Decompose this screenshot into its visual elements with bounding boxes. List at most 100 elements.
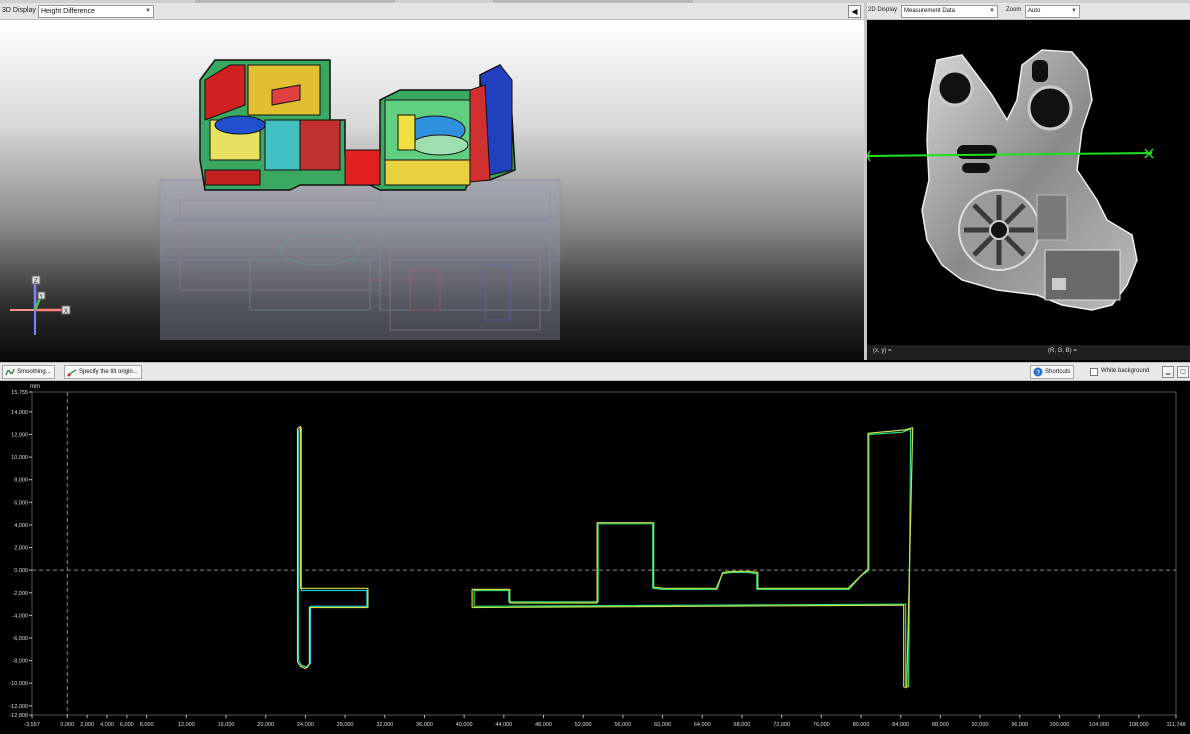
x-tick-label: 92,000 [972, 722, 989, 728]
chevron-down-icon: ▼ [145, 8, 151, 14]
svg-text:?: ? [1036, 370, 1040, 377]
x-tick-label: 0,000 [60, 722, 74, 728]
display2d-data-value: Measurement Data [904, 8, 956, 14]
smoothing-button[interactable]: Smoothing... [2, 365, 55, 379]
shortcuts-button[interactable]: ? Shortcuts [1030, 365, 1075, 379]
zoom-select[interactable]: Auto ▼ [1025, 5, 1080, 18]
chevron-down-icon: ▼ [1071, 8, 1077, 14]
x-tick-label: -3,557 [24, 722, 40, 728]
y-tick-label: 10,000 [11, 455, 28, 461]
collapse-panel-button[interactable]: ◀ [848, 5, 861, 18]
white-background-checkbox[interactable] [1090, 368, 1098, 376]
y-tick-label: -6,000 [12, 636, 28, 642]
y-tick-label: -12,000 [9, 704, 28, 710]
display2d-data-select[interactable]: Measurement Data ▼ [901, 5, 998, 18]
zoom-label: Zoom [1006, 7, 1022, 13]
y-tick-label: -8,000 [12, 659, 28, 665]
minimize-icon[interactable]: ▁ [1162, 366, 1174, 378]
x-tick-label: 80,000 [853, 722, 870, 728]
shortcuts-label: Shortcuts [1045, 369, 1071, 375]
x-tick-label: 64,000 [694, 722, 711, 728]
tilt-origin-button[interactable]: Specify the tilt origin... [64, 365, 142, 379]
part-pocket [1036, 194, 1068, 241]
x-tick-label: 12,000 [178, 722, 195, 728]
help-icon: ? [1033, 367, 1043, 377]
coord-rgb-readout: (R, G, B) = [1048, 348, 1077, 354]
y-tick-label: 6,000 [14, 500, 28, 506]
part-pocket [1044, 249, 1121, 301]
x-tick-label: 100,000 [1049, 722, 1069, 728]
y-tick-label: 14,000 [11, 410, 28, 416]
y-tick-label: 2,000 [14, 546, 28, 552]
height-difference-model: Z X Y [10, 59, 561, 340]
x-tick-label: 88,000 [932, 722, 949, 728]
display2d-status-bar: (x, y) = (R, G, B) = [867, 345, 1190, 360]
x-tick-label: 108,000 [1129, 722, 1149, 728]
profile-series-line [296, 425, 369, 670]
display2d-label: 2D Display [868, 7, 898, 13]
tilt-icon [67, 369, 77, 377]
x-tick-label: 36,000 [416, 722, 433, 728]
y-tick-label: -12,808 [9, 713, 28, 719]
display3d-toolbar: 3D Display Height Difference ▼ ◀ [0, 3, 864, 20]
part-slot [957, 145, 997, 159]
x-tick-label: 48,000 [535, 722, 552, 728]
y-tick-label: -10,000 [9, 681, 28, 687]
y-unit-label: mm [30, 384, 40, 390]
display3d-mode-select[interactable]: Height Difference ▼ [38, 5, 154, 18]
plot-frame [31, 391, 1177, 716]
x-tick-label: 28,000 [337, 722, 354, 728]
x-tick-label: 20,000 [257, 722, 274, 728]
y-tick-label: 4,000 [14, 523, 28, 529]
x-tick-label: 60,000 [654, 722, 671, 728]
x-tick-label: 16,000 [218, 722, 235, 728]
profile-toolbar: Smoothing... Specify the tilt origin... … [0, 362, 1190, 381]
x-tick-label: 2,000 [80, 722, 94, 728]
x-tick-label: 4,000 [100, 722, 114, 728]
display3d-viewport[interactable]: Z X Y [0, 20, 864, 360]
part-gear-hub [989, 220, 1009, 240]
part-hole [1027, 85, 1073, 131]
x-tick-label: 44,000 [495, 722, 512, 728]
x-tick-label: 6,000 [120, 722, 134, 728]
part-pocket-detail [1052, 278, 1066, 290]
profile-graph[interactable]: mm 15,755 14,000 12,000 10,000 8,000 6,000 4,0… [0, 381, 1190, 734]
profile-series-line [471, 427, 914, 689]
zoom-value: Auto [1028, 8, 1041, 14]
x-tick-label: 84,000 [892, 722, 909, 728]
part-slot [1032, 60, 1048, 82]
tilt-origin-label: Specify the tilt origin... [79, 369, 138, 375]
display3d-label: 3D Display [2, 7, 36, 14]
x-tick-label: 40,000 [456, 722, 473, 728]
grayscale-part-image [867, 49, 1154, 311]
profile-chart-svg: mm 15,755 14,000 12,000 10,000 8,000 6,000 4,0… [9, 384, 1185, 728]
x-tick-label: 104,000 [1089, 722, 1109, 728]
x-tick-label: 8,000 [140, 722, 154, 728]
y-tick-label: 0,000 [14, 568, 28, 574]
y-tick-label: -4,000 [12, 613, 28, 619]
restore-icon[interactable]: ▢ [1177, 366, 1189, 378]
x-tick-label: 52,000 [575, 722, 592, 728]
y-tick-label: 12,000 [11, 432, 28, 438]
display2d-viewport[interactable] [867, 20, 1190, 345]
display2d-toolbar: 2D Display Measurement Data ▼ Zoom Auto … [867, 3, 1190, 20]
x-tick-label: 24,000 [297, 722, 314, 728]
x-tick-label: 76,000 [813, 722, 830, 728]
x-axis-label: X [64, 309, 68, 315]
coord-xy-readout: (x, y) = [873, 348, 892, 354]
part-slot [962, 163, 990, 173]
x-tick-label: 68,000 [734, 722, 751, 728]
profile-series-line [297, 427, 368, 668]
z-axis-label: Z [34, 279, 38, 285]
x-tick-label: 56,000 [614, 722, 631, 728]
x-tick-label: 72,000 [773, 722, 790, 728]
chevron-down-icon: ▼ [989, 8, 995, 14]
ghost-fill [160, 180, 560, 340]
y-tick-label: 8,000 [14, 478, 28, 484]
smoothing-icon [5, 368, 15, 376]
white-background-label: White background [1101, 368, 1150, 374]
part-hole [936, 69, 974, 107]
smoothing-label: Smoothing... [17, 369, 51, 375]
x-tick-label: 32,000 [376, 722, 393, 728]
x-tick-label: 111,748 [1166, 722, 1185, 728]
